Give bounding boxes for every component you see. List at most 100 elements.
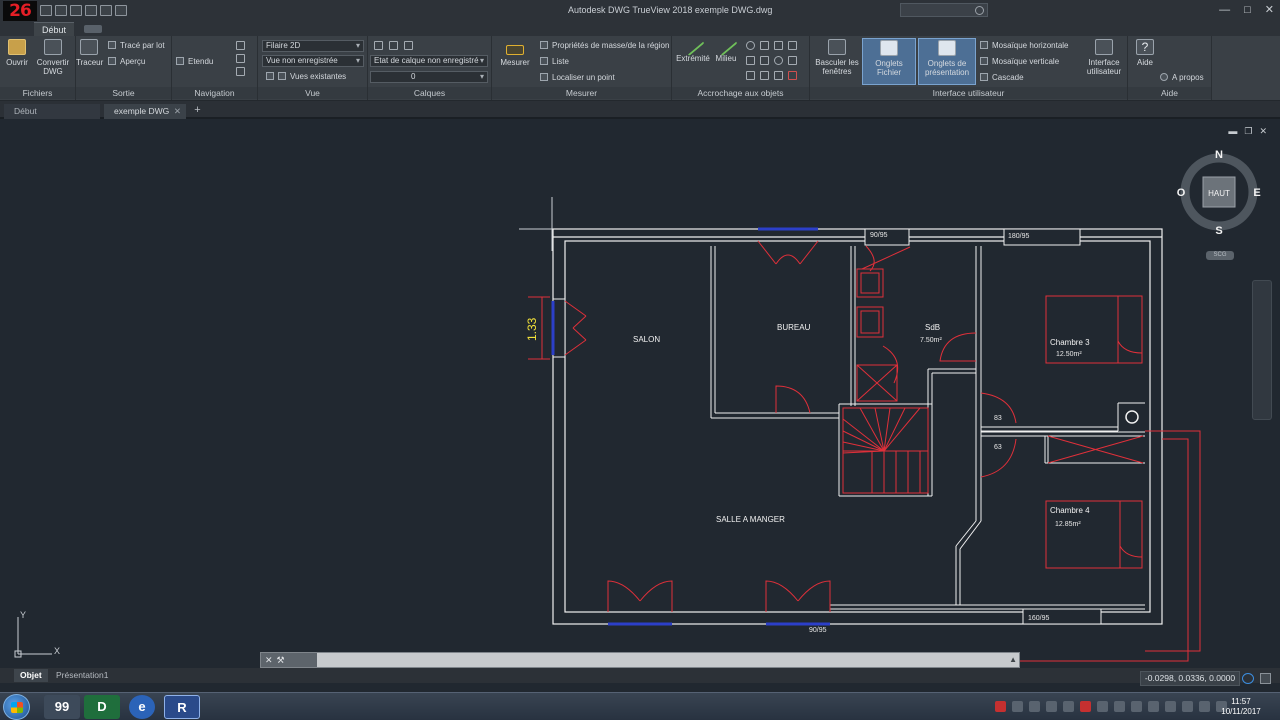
- minimize-button[interactable]: —: [1219, 4, 1230, 16]
- chevron-up-icon[interactable]: ▲: [1009, 655, 1017, 664]
- pan-icon[interactable]: [236, 41, 245, 50]
- layout-tabs-toggle[interactable]: Onglets de présentation: [918, 38, 976, 85]
- tab-debut[interactable]: Début: [34, 22, 75, 36]
- new-icon[interactable]: [40, 5, 52, 16]
- room-area-chambre4: 12.85m²: [1055, 521, 1081, 528]
- endpoint-snap-button[interactable]: Extrémité: [676, 33, 710, 63]
- current-layer-select[interactable]: 0: [370, 71, 488, 83]
- maximize-button[interactable]: □: [1244, 4, 1251, 16]
- open-icon[interactable]: [55, 5, 67, 16]
- insert-snap-icon[interactable]: [774, 71, 783, 80]
- tray-icon[interactable]: [1114, 701, 1125, 712]
- undo-icon[interactable]: [115, 5, 127, 16]
- tile-horizontal-button[interactable]: Mosaïque horizontale: [980, 40, 1069, 52]
- measure-button[interactable]: Mesurer: [498, 39, 532, 67]
- tray-icon[interactable]: [1148, 701, 1159, 712]
- tray-icon[interactable]: [1165, 701, 1176, 712]
- viewcube-top-face[interactable]: HAUT: [1208, 189, 1230, 198]
- navigation-bar[interactable]: [1252, 280, 1272, 420]
- preview-button[interactable]: Aperçu: [108, 56, 145, 68]
- node-snap-icon[interactable]: [760, 41, 769, 50]
- parallel-snap-icon[interactable]: [760, 71, 769, 80]
- compass-north[interactable]: N: [1215, 149, 1223, 161]
- tab-model[interactable]: Objet: [14, 669, 48, 682]
- cascade-button[interactable]: Cascade: [980, 72, 1024, 84]
- taskbar-app-d[interactable]: D: [84, 695, 120, 719]
- compass-east[interactable]: E: [1253, 187, 1260, 199]
- mass-properties-button[interactable]: Propriétés de masse/de la région: [540, 40, 669, 52]
- orbit-icon[interactable]: [236, 54, 245, 63]
- command-line[interactable]: ✕⚒ ▲: [260, 652, 1020, 668]
- open-button[interactable]: Ouvrir: [4, 39, 30, 67]
- tray-icon[interactable]: [1131, 701, 1142, 712]
- help-button[interactable]: ? Aide: [1132, 39, 1158, 67]
- about-button[interactable]: A propos: [1160, 72, 1204, 84]
- viewcube[interactable]: HAUT N S E O: [1177, 149, 1261, 237]
- steering-wheel-icon[interactable]: [236, 67, 245, 76]
- ribbon-minimize-toggle[interactable]: [84, 25, 102, 33]
- start-button[interactable]: [3, 694, 30, 720]
- plotter-button[interactable]: Traceur: [76, 39, 103, 67]
- tray-icon[interactable]: [1097, 701, 1108, 712]
- save-icon[interactable]: [70, 5, 82, 16]
- center-snap-icon[interactable]: [746, 41, 755, 50]
- drawing-canvas[interactable]: ▬ ❐ ✕ 1.33 SALON BUREAU SdB 7.50m² Chamb…: [0, 121, 1280, 667]
- compass-south[interactable]: S: [1215, 225, 1222, 237]
- tab-layout1[interactable]: Présentation1: [50, 669, 114, 682]
- taskbar-app-ie[interactable]: e: [129, 695, 155, 719]
- close-icon[interactable]: ✕: [174, 104, 181, 119]
- compass-west[interactable]: O: [1177, 187, 1186, 199]
- quadrant-snap-icon[interactable]: [746, 56, 755, 65]
- tile-vertical-button[interactable]: Mosaïque verticale: [980, 56, 1059, 68]
- list-button[interactable]: Liste: [540, 56, 569, 68]
- tab-start[interactable]: Début: [4, 104, 100, 119]
- midpoint-snap-button[interactable]: Milieu: [712, 33, 740, 63]
- extension-snap-icon[interactable]: [760, 56, 769, 65]
- tray-icon[interactable]: [1063, 701, 1074, 712]
- app-logo[interactable]: 26: [3, 1, 37, 21]
- tray-icon[interactable]: [1182, 701, 1193, 712]
- wrench-icon[interactable]: ⚒: [277, 655, 289, 665]
- layer-state-icon[interactable]: [389, 41, 398, 50]
- switch-windows-button[interactable]: Basculer les fenêtres: [814, 39, 860, 76]
- visual-style-select[interactable]: Filaire 2D: [262, 40, 364, 52]
- layer-previous-icon[interactable]: [404, 41, 413, 50]
- tray-icon[interactable]: [1046, 701, 1057, 712]
- close-icon[interactable]: ✕: [265, 655, 277, 665]
- file-tabs-toggle[interactable]: Onglets Fichier: [862, 38, 916, 85]
- named-view-select[interactable]: Vue non enregistrée: [262, 55, 364, 67]
- fullscreen-icon[interactable]: [1260, 673, 1271, 684]
- taskbar-clock[interactable]: 11:57 10/11/2017: [1216, 697, 1266, 717]
- nearest-snap-icon[interactable]: [746, 71, 755, 80]
- perpendicular-snap-icon[interactable]: [788, 56, 797, 65]
- tangent-snap-icon[interactable]: [774, 56, 783, 65]
- tray-icon[interactable]: [995, 701, 1006, 712]
- convert-dwg-button[interactable]: Convertir DWG: [34, 39, 72, 76]
- locate-point-button[interactable]: Localiser un point: [540, 72, 615, 84]
- tray-icon[interactable]: [1199, 701, 1210, 712]
- tray-icon[interactable]: [1029, 701, 1040, 712]
- help-label: Aide: [1136, 58, 1153, 67]
- tray-icon[interactable]: [1080, 701, 1091, 712]
- isolate-objects-icon[interactable]: [1242, 673, 1254, 684]
- snap-off-icon[interactable]: [788, 71, 797, 80]
- layer-properties-icon[interactable]: [374, 41, 383, 50]
- taskbar-app-revit[interactable]: R: [164, 695, 200, 719]
- existing-views-button[interactable]: Vues existantes: [266, 71, 346, 83]
- new-tab-button[interactable]: +: [192, 105, 203, 116]
- zoom-extents-button[interactable]: Etendu: [176, 56, 213, 68]
- tab-exemple-dwg[interactable]: exemple DWG ✕: [104, 104, 186, 119]
- print-icon[interactable]: [85, 5, 97, 16]
- batch-plot-button[interactable]: Tracé par lot: [108, 40, 165, 52]
- close-button[interactable]: ✕: [1265, 4, 1274, 16]
- search-input[interactable]: [900, 3, 988, 17]
- plot-icon[interactable]: [100, 5, 112, 16]
- user-interface-button[interactable]: Interface utilisateur: [1082, 39, 1126, 76]
- taskbar-app-autocad[interactable]: 99: [44, 695, 80, 719]
- group-fichiers: Ouvrir Convertir DWG Fichiers: [0, 36, 76, 100]
- wcs-menu[interactable]: SCG: [1206, 251, 1234, 260]
- intersection-snap-icon[interactable]: [774, 41, 783, 50]
- snap-settings-icon[interactable]: [788, 41, 797, 50]
- tray-icon[interactable]: [1012, 701, 1023, 712]
- layer-state-select[interactable]: Etat de calque non enregistré: [370, 55, 488, 67]
